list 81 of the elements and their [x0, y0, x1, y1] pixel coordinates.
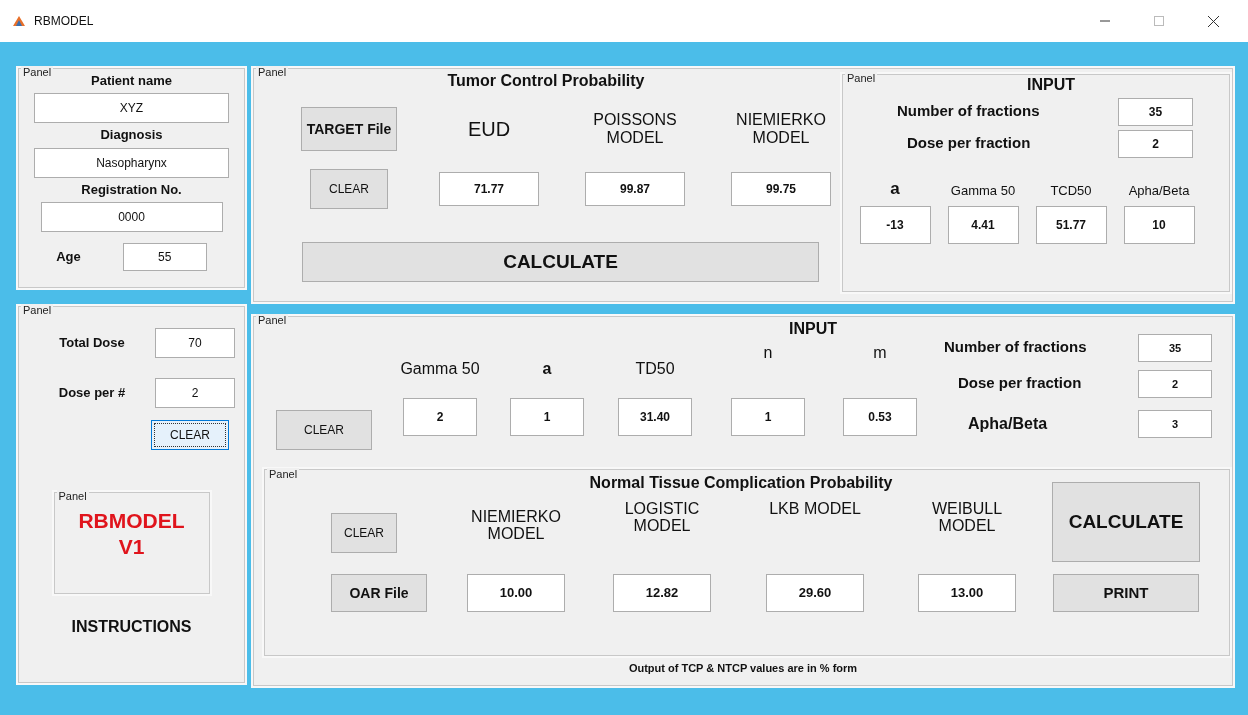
field-label: Dose per #: [57, 385, 127, 401]
calculate-button[interactable]: CALCULATE: [1052, 481, 1200, 562]
output-field: 99.87: [585, 171, 685, 206]
panel-title: Panel: [21, 66, 54, 78]
param-label: TD50: [635, 359, 675, 378]
input-field[interactable]: 35: [1138, 333, 1212, 362]
panel-title: Panel: [256, 314, 289, 326]
input-field[interactable]: 31.40: [618, 397, 692, 436]
param-label: n: [763, 343, 773, 362]
panel-title: Panel: [56, 490, 89, 502]
clear-button[interactable]: CLEAR: [151, 420, 229, 450]
logo-text: RBMODEL: [78, 508, 185, 534]
param-label: Gamma 50: [400, 359, 480, 378]
input-field[interactable]: 35: [1118, 97, 1193, 126]
app-logo-icon: [12, 14, 26, 28]
maximize-icon[interactable]: [1154, 16, 1164, 26]
panel-title: Panel: [256, 66, 289, 78]
output-field: 12.82: [613, 573, 711, 612]
field-label: Apha/Beta: [968, 414, 1048, 433]
clear-button[interactable]: CLEAR: [310, 168, 388, 209]
output-label: NIEMIERKO MODEL: [735, 111, 827, 147]
section-heading: INPUT: [788, 320, 838, 338]
output-label: POISSONS MODEL: [592, 111, 678, 147]
input-field[interactable]: Nasopharynx: [34, 147, 229, 178]
param-label: TCD50: [1050, 184, 1092, 199]
input-field[interactable]: 2: [1118, 129, 1193, 158]
input-field[interactable]: XYZ: [34, 93, 229, 124]
field-label: Number of fractions: [944, 339, 1087, 356]
field-label: Registration No.: [81, 182, 182, 197]
param-label: a: [890, 179, 900, 199]
panel-title: Panel: [267, 467, 300, 480]
param-label: Gamma 50: [950, 184, 1016, 199]
output-field: 29.60: [766, 573, 864, 612]
oar-file-button[interactable]: OAR File: [331, 573, 427, 612]
panel-title: Panel: [845, 72, 878, 84]
input-field[interactable]: 2: [155, 378, 235, 408]
field-label: Patient name: [91, 74, 172, 89]
param-label: m: [873, 343, 887, 362]
close-icon[interactable]: [1207, 15, 1219, 27]
output-label: NIEMIERKO MODEL: [470, 507, 562, 543]
output-label: EUD: [466, 117, 512, 140]
input-field[interactable]: 2: [403, 397, 477, 436]
footnote: Output of TCP & NTCP values are in % form: [627, 661, 859, 674]
param-label: Apha/Beta: [1128, 184, 1190, 199]
output-label: LKB MODEL: [768, 499, 862, 518]
clear-button[interactable]: CLEAR: [331, 512, 397, 553]
section-heading: INPUT: [1027, 76, 1075, 94]
instructions-link[interactable]: INSTRUCTIONS: [71, 618, 192, 636]
panel-title: Panel: [21, 304, 54, 316]
input-field[interactable]: 0.53: [843, 397, 917, 436]
input-field[interactable]: -13: [859, 206, 931, 245]
input-field[interactable]: 51.77: [1035, 206, 1107, 245]
output-label: LOGISTIC MODEL: [623, 499, 701, 535]
input-field[interactable]: 4.41: [947, 206, 1019, 245]
input-field[interactable]: 1: [510, 397, 584, 436]
input-field[interactable]: 55: [122, 242, 207, 271]
field-label: Dose per fraction: [958, 375, 1082, 392]
print-button[interactable]: PRINT: [1053, 573, 1199, 612]
field-label: Diagnosis: [100, 128, 163, 143]
input-field[interactable]: 0000: [40, 201, 223, 232]
clear-button[interactable]: CLEAR: [276, 409, 372, 450]
target-file-button[interactable]: TARGET File: [301, 106, 397, 151]
field-label: Total Dose: [58, 335, 126, 351]
field-label: Dose per fraction: [907, 135, 1031, 152]
input-field[interactable]: 1: [731, 397, 805, 436]
input-field[interactable]: 10: [1123, 206, 1195, 245]
output-field: 71.77: [439, 171, 539, 206]
input-field[interactable]: 3: [1138, 409, 1212, 438]
output-field: 10.00: [467, 573, 565, 612]
field-label: Number of fractions: [897, 103, 1040, 120]
calculate-button[interactable]: CALCULATE: [302, 241, 819, 282]
field-label: Age: [56, 249, 81, 265]
input-field[interactable]: 70: [155, 328, 235, 358]
window-title: RBMODEL: [34, 14, 95, 28]
input-field[interactable]: 2: [1138, 369, 1212, 398]
output-field: 13.00: [918, 573, 1016, 612]
logo-text: V1: [118, 534, 145, 561]
output-field: 99.75: [731, 171, 831, 206]
param-label: a: [542, 359, 552, 378]
output-label: WEIBULL MODEL: [930, 499, 1004, 535]
section-heading: Normal Tissue Complication Probability: [589, 473, 893, 492]
